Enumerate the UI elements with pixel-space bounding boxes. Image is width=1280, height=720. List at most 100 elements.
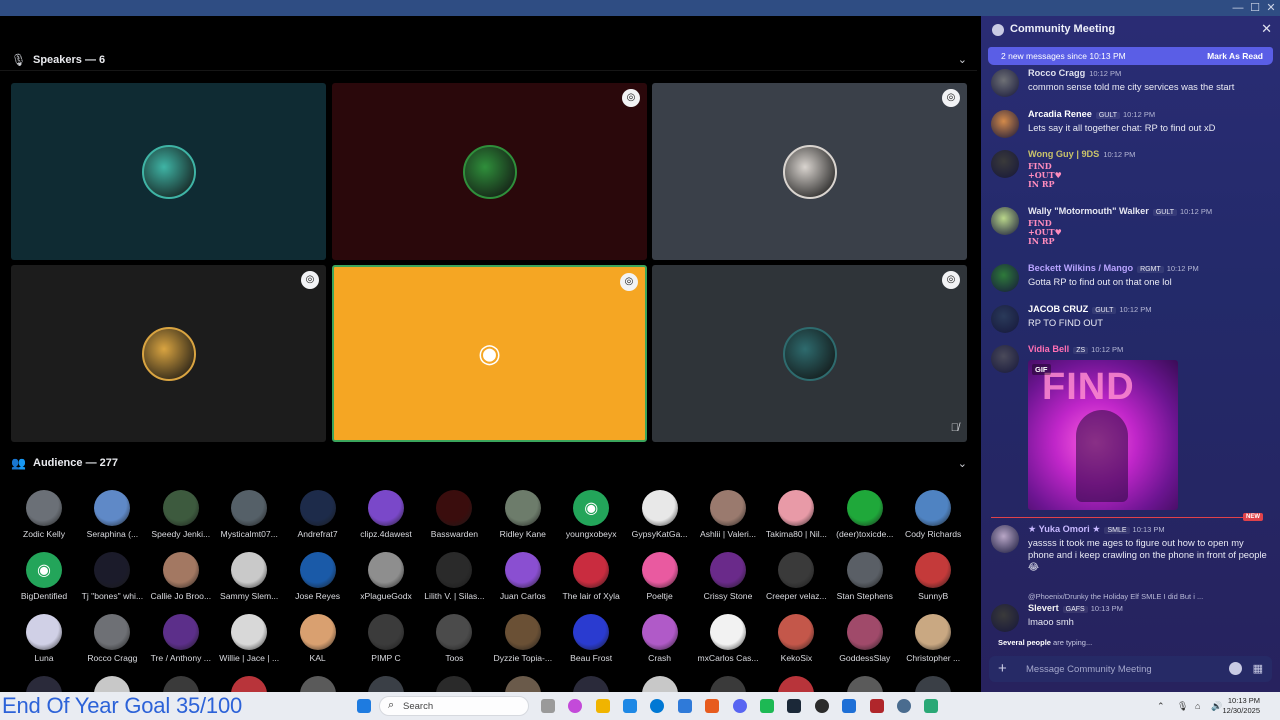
mark-as-read-button[interactable]: Mark As Read (1207, 51, 1263, 61)
audience-member[interactable]: Crissy Stone (694, 552, 762, 602)
audience-member[interactable] (215, 676, 283, 692)
audience-member[interactable]: Poeltje (626, 552, 694, 602)
taskbar-app-icon[interactable] (705, 699, 720, 713)
message-author[interactable]: Wally "Motormouth" Walker (1028, 206, 1149, 216)
network-icon[interactable]: ⌂ (1195, 701, 1200, 711)
audience-member[interactable]: Mysticalmt07... (215, 490, 283, 540)
audience-member[interactable]: (deer)toxicde... (831, 490, 899, 540)
avatar[interactable] (991, 69, 1019, 97)
audience-member[interactable]: Ridley Kane (489, 490, 557, 540)
audience-member[interactable]: Jose Reyes (284, 552, 352, 602)
taskbar-app-icon[interactable] (897, 699, 911, 713)
audience-member[interactable]: ◉ BigDentified (10, 552, 78, 602)
audience-member[interactable]: clipz.4dawest (352, 490, 420, 540)
speaker-tile[interactable]: ◎ (332, 83, 647, 260)
audience-member[interactable]: Beau Frost (557, 614, 625, 664)
audience-member[interactable]: Speedy Jenki... (147, 490, 215, 540)
stream-badge-icon[interactable]: ◎ (942, 89, 960, 107)
speaker-tile[interactable] (11, 83, 326, 260)
close-window-icon[interactable]: ✕ (1263, 1, 1279, 15)
taskbar-search[interactable]: ⌕ Search (379, 696, 529, 716)
message-author[interactable]: Rocco Cragg (1028, 68, 1085, 78)
audience-member[interactable] (762, 676, 830, 692)
audience-member[interactable] (899, 676, 967, 692)
taskbar-app-icon[interactable] (760, 699, 774, 713)
gif-image[interactable]: FIND GIF (1028, 360, 1178, 510)
taskbar-app-icon[interactable] (568, 699, 583, 713)
taskbar-app-icon[interactable] (787, 699, 802, 713)
audience-member[interactable]: Luna (10, 614, 78, 664)
audience-member[interactable]: Zodic Kelly (10, 490, 78, 540)
audience-member[interactable]: KekoSix (762, 614, 830, 664)
message-author[interactable]: ★ Yuka Omori ★ (1028, 524, 1100, 534)
apps-icon[interactable]: ▦ (1253, 662, 1263, 675)
avatar[interactable] (991, 525, 1019, 553)
audience-member[interactable] (694, 676, 762, 692)
taskbar-clock[interactable]: 10:13 PM 12/30/2025 (1222, 696, 1260, 716)
audience-member[interactable] (420, 676, 488, 692)
minimize-icon[interactable]: — (1230, 1, 1246, 15)
reply-preview[interactable]: @Phoenix/Drunky the Holiday Elf SMLE I d… (1028, 591, 1268, 603)
sticker-image[interactable]: FIND +OUT♥ IN RP (1028, 219, 1062, 246)
audience-member[interactable] (78, 676, 146, 692)
audience-member[interactable] (284, 676, 352, 692)
avatar[interactable] (991, 345, 1019, 373)
audience-member[interactable]: Lilith V. | Silas... (420, 552, 488, 602)
taskbar-app-icon[interactable] (814, 699, 829, 713)
message-author[interactable]: JACOB CRUZ (1028, 304, 1088, 314)
audience-member[interactable]: Stan Stephens (831, 552, 899, 602)
audience-member[interactable] (352, 676, 420, 692)
audience-member[interactable]: Toos (420, 614, 488, 664)
add-attachment-icon[interactable]: + (998, 660, 1007, 677)
speaker-tile[interactable]: ◎ (652, 83, 967, 260)
message-author[interactable]: Vidia Bell (1028, 344, 1069, 354)
audience-member[interactable]: KAL (284, 614, 352, 664)
message-author[interactable]: Wong Guy | 9DS (1028, 149, 1099, 159)
stream-badge-icon[interactable]: ◎ (620, 273, 638, 291)
audience-member[interactable]: Seraphina (... (78, 490, 146, 540)
chevron-down-icon[interactable]: ⌄ (958, 457, 967, 470)
audience-member[interactable] (489, 676, 557, 692)
tray-chevron-icon[interactable]: ⌃ (1157, 701, 1165, 712)
avatar[interactable] (991, 207, 1019, 235)
speakers-header[interactable]: 🎙 Speakers — 6 ⌄ (0, 49, 977, 71)
audience-member[interactable] (147, 676, 215, 692)
avatar[interactable] (991, 604, 1019, 632)
taskbar-app-icon[interactable] (677, 699, 692, 713)
new-messages-bar[interactable]: 2 new messages since 10:13 PM Mark As Re… (988, 47, 1273, 65)
stream-badge-icon[interactable]: ◎ (942, 271, 960, 289)
audience-member[interactable]: Christopher ... (899, 614, 967, 664)
stream-badge-icon[interactable]: ◎ (622, 89, 640, 107)
audience-member[interactable] (831, 676, 899, 692)
message-author[interactable]: Slevert (1028, 603, 1059, 613)
audience-member[interactable]: Ashlii | Valeri... (694, 490, 762, 540)
message-input[interactable] (1026, 661, 1216, 677)
taskbar-app-icon[interactable] (732, 699, 747, 713)
audience-member[interactable]: GypsyKatGa... (626, 490, 694, 540)
message-author[interactable]: Arcadia Renee (1028, 109, 1092, 119)
audience-member[interactable]: Tj "bones" whi... (78, 552, 146, 602)
message-author[interactable]: Beckett Wilkins / Mango (1028, 263, 1133, 273)
start-icon[interactable] (357, 699, 371, 713)
audience-member[interactable]: Cody Richards (899, 490, 967, 540)
speaker-tile[interactable]: ◉ ◎ (332, 265, 647, 442)
sticker-image[interactable]: FIND +OUT♥ IN RP (1028, 162, 1062, 189)
audience-member[interactable]: The lair of Xyla (557, 552, 625, 602)
speaker-tile[interactable]: ◎ (11, 265, 326, 442)
audience-member[interactable]: Andrefrat7 (284, 490, 352, 540)
taskbar-app-icon[interactable] (650, 699, 665, 713)
audience-member[interactable]: mxCarlos Cas... (694, 614, 762, 664)
audience-member[interactable]: Creeper velaz... (762, 552, 830, 602)
close-icon[interactable]: ✕ (1261, 21, 1272, 37)
audience-member[interactable]: xPlagueGodx (352, 552, 420, 602)
audience-member[interactable]: ◉ youngxobeyx (557, 490, 625, 540)
taskbar-app-icon[interactable] (924, 699, 939, 713)
audience-header[interactable]: 👥 Audience — 277 ⌄ (0, 452, 977, 474)
audience-member[interactable]: Basswarden (420, 490, 488, 540)
taskbar-app-icon[interactable] (595, 699, 610, 713)
audience-member[interactable] (557, 676, 625, 692)
audience-member[interactable]: SunnyB (899, 552, 967, 602)
audience-member[interactable] (10, 676, 78, 692)
audience-member[interactable]: Dyzzie Topia-... (489, 614, 557, 664)
mic-icon[interactable]: 🎙 (1177, 701, 1188, 712)
